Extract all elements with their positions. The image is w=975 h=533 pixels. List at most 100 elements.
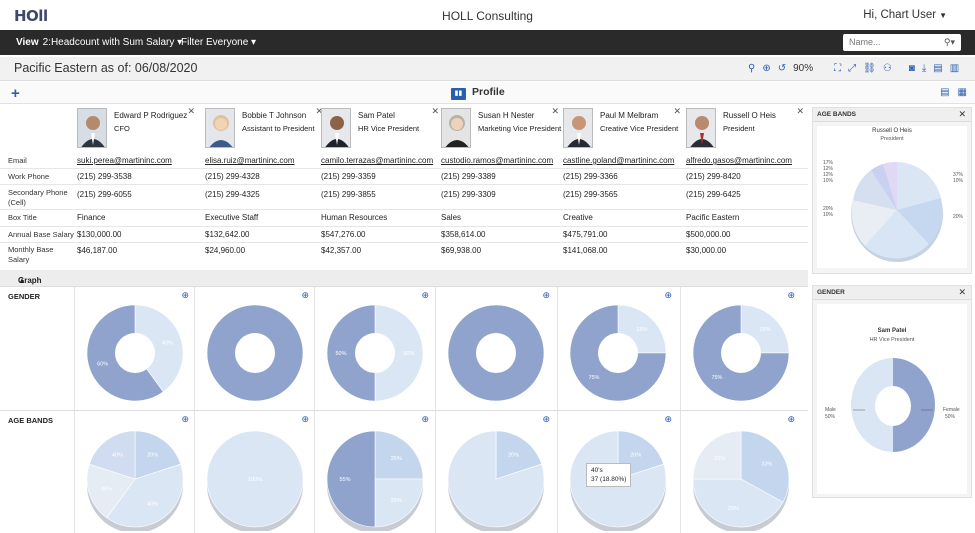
view-value: 2:Headcount with Sum Salary [42,37,175,48]
person-name: Paul M Melbram [600,111,659,120]
close-icon[interactable]: ✕ [958,287,966,298]
age-row-label: AGE BANDS [8,416,54,425]
avatar[interactable] [563,108,593,148]
person-monthly: $42,357.00 [321,246,362,255]
age-bands-panel: AGE BANDS ✕ Russell O Heis President 17% … [812,107,972,274]
age-pie[interactable]: 25% 25% 55% [323,421,427,531]
avatar[interactable] [441,108,471,148]
pdf-icon[interactable]: ▥ [950,63,959,74]
expand-icon[interactable]: ⤢ [848,63,856,74]
person-role: President [723,124,755,133]
avatar[interactable] [321,108,351,148]
pie-label: 40% [101,486,112,492]
zoom-in-icon[interactable]: ⊕ [762,63,770,74]
user-greeting: Hi, Chart User [863,9,937,21]
pie-label: 75% [711,375,722,381]
camera-icon[interactable]: ◙ [909,63,915,74]
close-icon[interactable]: ✕ [431,106,439,117]
person-annual: $130,000.00 [77,230,122,239]
close-icon[interactable]: ✕ [796,106,804,117]
person-work-phone: (215) 299-3538 [77,172,132,181]
close-icon[interactable]: ✕ [958,109,966,120]
app-title: HOLL Consulting [442,9,533,23]
fit-icon[interactable]: ⛶ [834,63,841,74]
person-monthly: $30,000.00 [686,246,727,255]
person-box-title: Pacific Eastern [686,213,740,222]
gender-chart-cell: ⊕ [435,287,555,412]
tooltip-value: 37 (18.80%) [591,476,627,483]
person-column: Russell O Heis President ✕ alfredo.gasos… [686,104,804,268]
person-name: Susan H Nester [478,111,535,120]
person-column: Bobbie T Johnson Assistant to President … [205,104,323,268]
person-role: Creative Vice President [600,124,679,133]
gender-pie[interactable]: 50% 50% [323,297,427,407]
zoom-level: 90% [793,63,814,74]
filter-dropdown[interactable]: Filter Everyone ▾ [181,37,256,48]
pie-label: 20% [508,453,519,459]
app-header: HOll HOLL Consulting Hi, Chart User ▼ [0,0,975,30]
person-email[interactable]: custodio.ramos@martininc.com [441,156,553,165]
search-input[interactable]: Name... ⚲▾ [843,34,961,51]
person-email[interactable]: elisa.ruiz@martininc.com [205,156,294,165]
add-icon[interactable]: + [11,85,20,102]
close-icon[interactable]: ✕ [673,106,681,117]
person-column: Edward P Rodriguez CFO ✕ suki.perea@mart… [77,104,195,268]
person-name: Russell O Heis [723,111,776,120]
pie-label: 40% [112,453,123,459]
view-tools: ⚲ ⊕ ↺ 90% ⛶ ⤢ ⛓ ⚇ ◙ ⤓ ▤ ▥ [748,63,959,74]
search-placeholder: Name... [849,37,881,47]
person-email[interactable]: suki.perea@martininc.com [77,156,172,165]
person-email[interactable]: camilo.terrazas@martininc.com [321,156,433,165]
pie-label: 50% [403,351,414,357]
age-chart-cell: ⊕ 33% 25% 25% [680,411,800,533]
profile-header: + ▮▮ Profile ▤ ▦ [0,82,975,104]
panel-header: GENDER ✕ [813,286,971,300]
person-email[interactable]: alfredo.gasos@martininc.com [686,156,792,165]
view-dropdown[interactable]: View 2:Headcount with Sum Salary ▾ [16,37,182,48]
person-work-phone: (215) 299-8420 [686,172,741,181]
person-box-title: Creative [563,213,593,222]
gender-chart-cell: ⊕ 25% 75% [680,287,800,412]
search-icon[interactable]: ⚲ [748,63,755,74]
gender-pie[interactable]: 25% 75% [689,297,793,407]
age-pie[interactable]: 20% 40% 40% 40% [83,421,187,531]
pie-label: 40% [162,340,173,346]
person-role: Marketing Vice President [478,124,562,133]
search-icon[interactable]: ⚲▾ [944,37,955,48]
gender-large-donut[interactable] [817,348,967,458]
person-email[interactable]: castline.goland@martininc.com [563,156,674,165]
org-icon[interactable]: ⚇ [883,63,892,74]
close-icon[interactable]: ✕ [551,106,559,117]
graph-label: Graph [18,276,42,285]
age-pie[interactable]: 33% 25% 25% [689,421,793,531]
link-icon[interactable]: ⛓ [863,63,876,74]
gender-pie[interactable]: 25% 75% [566,297,670,407]
avatar[interactable] [205,108,235,148]
download-icon[interactable]: ⤓ [922,63,926,74]
pie-label: 20% [630,453,641,459]
age-pie[interactable]: 100% [203,421,307,531]
close-icon[interactable]: ✕ [187,106,195,117]
age-chart-cell: ⊕ 100% [194,411,314,533]
view-label: View [16,37,39,48]
age-bands-large-pie[interactable] [817,144,967,272]
export-icon[interactable]: ▦ [958,87,967,98]
person-work-phone: (215) 299-4328 [205,172,260,181]
gender-pie[interactable]: 40% 60% [83,297,187,407]
age-pie[interactable]: 20% [444,421,548,531]
tooltip-title: 40's [591,467,603,474]
gender-chart-cell: ⊕ 40% 60% [74,287,194,412]
avatar[interactable] [77,108,107,148]
avatar[interactable] [686,108,716,148]
document-icon[interactable]: ▤ [933,63,942,74]
person-box-title: Sales [441,213,462,222]
gender-pie[interactable] [203,297,307,407]
graph-section-toggle[interactable]: ▲ Graph [0,270,808,286]
user-menu[interactable]: Hi, Chart User ▼ [863,9,947,21]
donut-hole [476,333,516,373]
row-label-cell: Secondary Phone (Cell) [8,188,68,207]
document-icon[interactable]: ▤ [940,87,949,98]
reset-zoom-icon[interactable]: ↺ [778,63,786,74]
gender-pie[interactable] [444,297,548,407]
pie-label: 40% [147,501,158,507]
